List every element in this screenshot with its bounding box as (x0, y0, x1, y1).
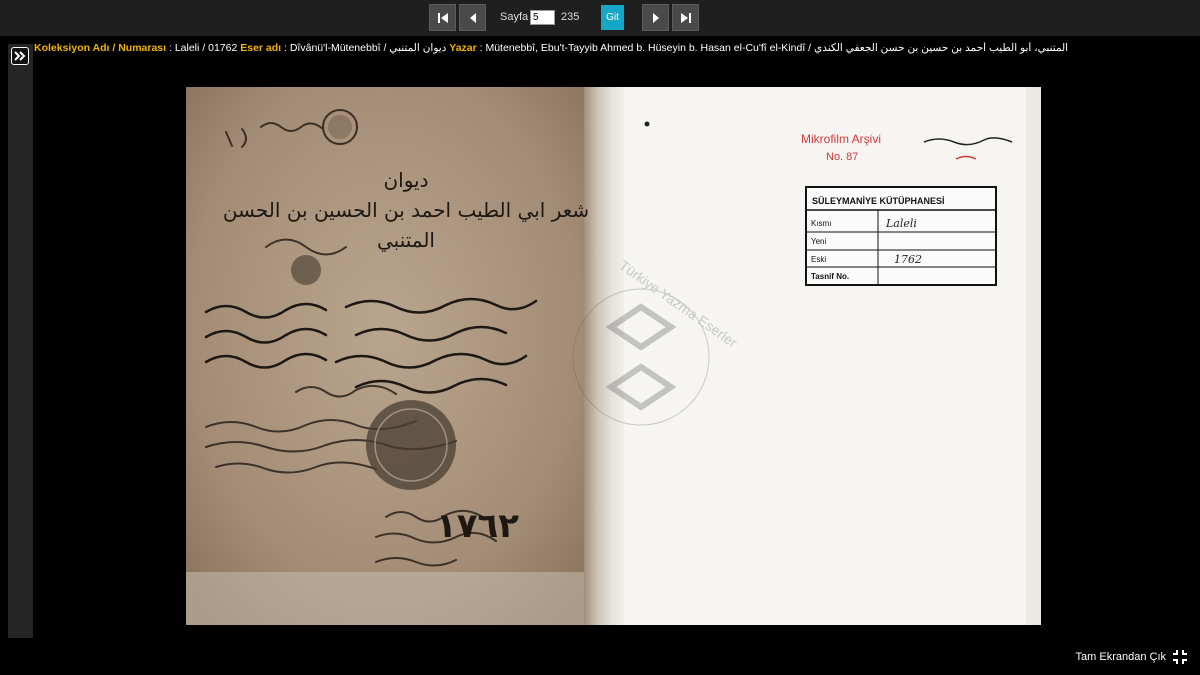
toolbar: Sayfa 235 Git (0, 0, 1200, 36)
card-label-eski: Eski (811, 255, 826, 264)
next-page-icon (652, 12, 659, 23)
card-label-kismi: Kısmı (811, 219, 831, 228)
page-number-input[interactable] (530, 10, 555, 25)
author-label: Yazar (449, 42, 477, 54)
expand-panel-button[interactable] (11, 47, 29, 65)
manuscript-image: ديوان شعر ابي الطيب احمد بن الحسين بن ال… (186, 87, 1041, 625)
shelf-number: ١٧٦٢ (436, 506, 519, 546)
work-label: Eser adı (240, 42, 282, 54)
card-value-eski: 1762 (894, 253, 922, 266)
exit-fullscreen-label: Tam Ekrandan Çık (1075, 651, 1166, 663)
book-gutter (584, 87, 624, 625)
work-value: : Dîvânü'l-Mütenebbî / ديوان المتنبي (284, 42, 447, 54)
seal-large (366, 400, 456, 490)
card-value-kismi: Laleli (885, 217, 917, 230)
collection-value: : Laleli / 01762 (169, 42, 238, 54)
previous-page-button[interactable] (459, 4, 486, 31)
first-page-icon (437, 12, 448, 23)
title-line-2: شعر ابي الطيب احمد بن الحسين بن الحسن (223, 198, 589, 223)
last-page-button[interactable] (672, 4, 699, 31)
archive-stamp: Mikrofilm Arşivi (801, 132, 881, 146)
first-page-button[interactable] (429, 4, 456, 31)
exit-fullscreen-button[interactable]: Tam Ekrandan Çık (1076, 649, 1188, 665)
previous-page-icon (469, 12, 476, 23)
library-card-header: SÜLEYMANİYE KÜTÜPHANESİ (812, 196, 945, 206)
page-label: Sayfa (500, 11, 529, 23)
title-line-1: ديوان (383, 168, 428, 192)
card-label-yeni: Yeni (811, 237, 827, 246)
library-card: SÜLEYMANİYE KÜTÜPHANESİ Kısmı Laleli Yen… (805, 186, 997, 286)
total-pages: 235 (561, 11, 580, 23)
next-page-button[interactable] (642, 4, 669, 31)
archive-stamp-no: No. 87 (826, 151, 858, 163)
author-value: : Mütenebbî, Ebu't-Tayyib Ahmed b. Hüsey… (479, 42, 1069, 54)
compress-icon (1173, 650, 1187, 664)
document-info: Koleksiyon Adı / Numarası : Laleli / 017… (34, 42, 1194, 54)
right-page (624, 87, 1036, 625)
info-sidebar (8, 44, 33, 638)
last-page-icon (680, 12, 691, 23)
card-label-tasnif: Tasnif No. (811, 272, 849, 281)
title-line-3: المتنبي (377, 228, 435, 253)
collection-label: Koleksiyon Adı / Numarası (34, 42, 167, 54)
go-button[interactable]: Git (601, 5, 624, 30)
double-chevron-right-icon (14, 51, 26, 61)
